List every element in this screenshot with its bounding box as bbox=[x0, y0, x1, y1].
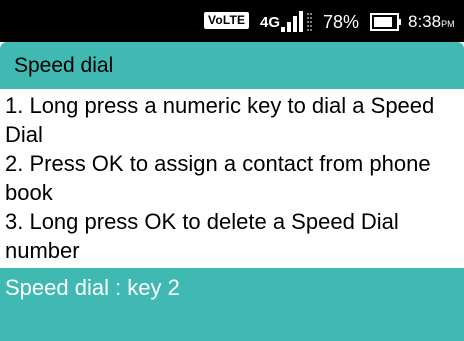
clock-ampm: PM bbox=[441, 19, 455, 29]
battery-percentage: 78% bbox=[323, 12, 360, 32]
instruction-item: 1. Long press a numeric key to dial a Sp… bbox=[5, 93, 435, 147]
battery-icon bbox=[370, 13, 401, 31]
clock: 8:38PM bbox=[408, 11, 455, 35]
speed-dial-key-item[interactable]: Speed dial : key 2 bbox=[0, 268, 464, 341]
status-bar: VoLTE 4G 78% 8:38PM bbox=[0, 0, 464, 42]
network-type-label: 4G bbox=[260, 14, 281, 31]
clock-time: 8:38 bbox=[408, 12, 442, 31]
signal-icon bbox=[281, 11, 312, 32]
speed-dial-key-label: Speed dial : key 2 bbox=[5, 275, 180, 300]
page-title: Speed dial bbox=[14, 54, 114, 77]
instruction-item: 2. Press OK to assign a contact from pho… bbox=[5, 151, 431, 205]
title-bar: Speed dial bbox=[0, 42, 464, 89]
volte-badge: VoLTE bbox=[204, 12, 250, 29]
instruction-item: 3. Long press OK to delete a Speed Dial … bbox=[5, 209, 399, 263]
instructions-panel: 1. Long press a numeric key to dial a Sp… bbox=[0, 89, 464, 268]
